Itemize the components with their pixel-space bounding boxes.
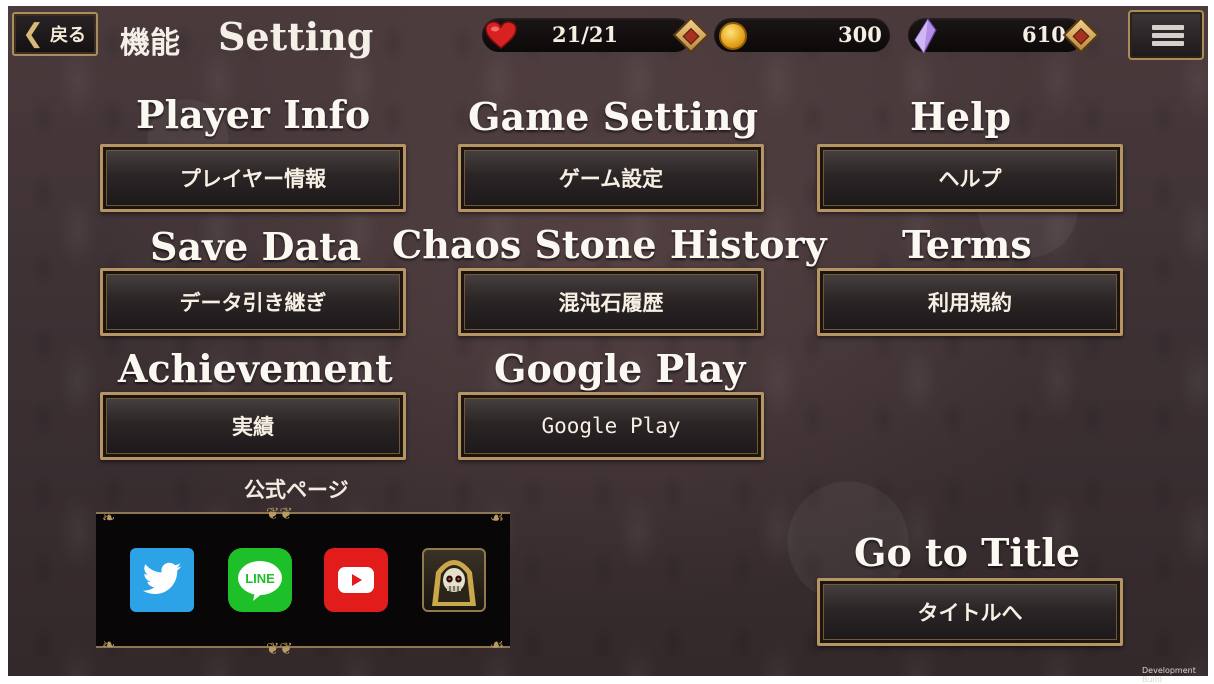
player-info-label: プレイヤー情報 (179, 166, 327, 191)
save-data-title: Save Data (150, 224, 362, 269)
terms-title: Terms (902, 222, 1032, 267)
chaos-stone-history-button[interactable]: 混沌石履歴 (458, 268, 764, 336)
menu-button[interactable] (1128, 10, 1204, 60)
crystal-icon (914, 18, 937, 54)
go-to-title-button[interactable]: タイトルへ (817, 578, 1123, 646)
google-play-button[interactable]: Google Play (458, 392, 764, 460)
save-data-label: データ引き継ぎ (179, 290, 327, 315)
ornament-icon: ❧ (102, 635, 116, 654)
help-label: ヘルプ (938, 166, 1002, 191)
achievement-title: Achievement (118, 346, 393, 391)
chaos-stone-history-title: Chaos Stone History (392, 222, 827, 267)
ornament-icon: ❦❦ (266, 639, 293, 658)
development-build-label: Development Build (1142, 666, 1196, 684)
official-links-panel: ❧ ❦❦ ☙ ❧ ❦❦ ☙ LINE (96, 504, 510, 658)
skull-character-icon (432, 560, 476, 606)
back-button[interactable]: ❮ 戻る (12, 12, 98, 56)
go-to-title-label: タイトルへ (917, 600, 1023, 625)
official-page-label: 公式ページ (244, 477, 349, 502)
help-title: Help (910, 94, 1012, 139)
stamina-value: 21/21 (552, 22, 619, 47)
ornament-icon: ❦❦ (266, 504, 293, 523)
twitter-bird-icon (142, 562, 182, 595)
overlord-link[interactable] (422, 548, 486, 612)
twitter-link[interactable] (130, 548, 194, 612)
ornament-icon: ❧ (102, 508, 116, 527)
player-info-button[interactable]: プレイヤー情報 (100, 144, 406, 212)
player-info-title: Player Info (136, 92, 371, 137)
heart-icon (485, 21, 517, 49)
coin-icon (719, 22, 747, 50)
page-title-en: Setting (218, 14, 374, 59)
chaos-stone-history-label: 混沌石履歴 (558, 290, 664, 315)
back-label: 戻る (50, 25, 86, 46)
gold-value: 300 (838, 22, 882, 47)
google-play-label: Google Play (541, 414, 681, 438)
ornament-icon: ☙ (489, 508, 504, 527)
ornament-icon: ☙ (489, 635, 504, 654)
settings-screen: ❮ 戻る 機能 Setting 21/21 300 610 Player Inf… (8, 6, 1208, 676)
save-data-button[interactable]: データ引き継ぎ (100, 268, 406, 336)
line-link[interactable]: LINE (228, 548, 292, 612)
youtube-play-icon (338, 567, 374, 593)
chaos-stone-value: 610 (1022, 22, 1066, 47)
game-setting-label: ゲーム設定 (558, 166, 664, 191)
page-title-ja: 機能 (120, 26, 180, 61)
youtube-link[interactable] (324, 548, 388, 612)
google-play-title: Google Play (494, 346, 746, 391)
game-setting-button[interactable]: ゲーム設定 (458, 144, 764, 212)
achievement-label: 実績 (232, 414, 274, 439)
back-arrow-icon: ❮ (22, 19, 44, 49)
go-to-title-title: Go to Title (854, 530, 1081, 575)
line-logo-icon: LINE (238, 561, 282, 601)
menu-icon (1152, 25, 1184, 30)
help-button[interactable]: ヘルプ (817, 144, 1123, 212)
game-setting-title: Game Setting (468, 94, 759, 139)
achievement-button[interactable]: 実績 (100, 392, 406, 460)
terms-label: 利用規約 (928, 290, 1012, 315)
svg-text:LINE: LINE (245, 571, 275, 586)
terms-button[interactable]: 利用規約 (817, 268, 1123, 336)
